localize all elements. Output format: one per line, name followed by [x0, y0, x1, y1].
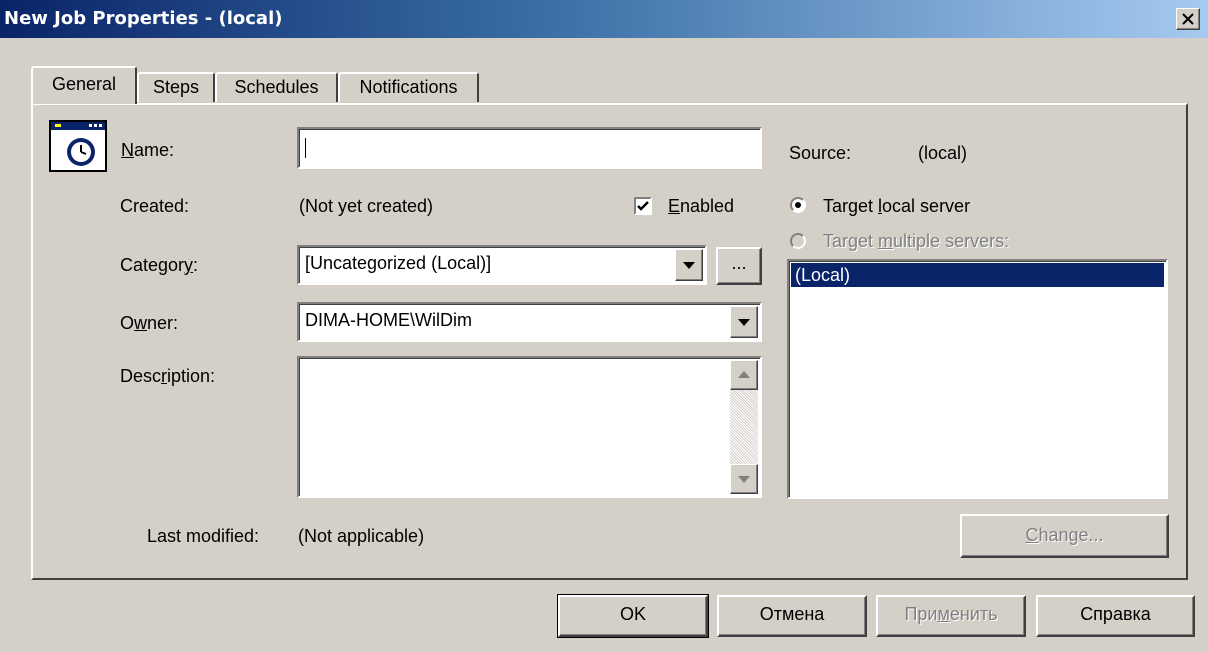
text-caret	[305, 138, 306, 158]
owner-label: Owner:	[120, 313, 179, 333]
tab-general[interactable]: General	[31, 66, 137, 104]
tab-label: Schedules	[234, 77, 319, 97]
tab-notifications[interactable]: Notifications	[338, 72, 479, 102]
ok-button[interactable]: OK	[557, 594, 709, 638]
scroll-up-button[interactable]	[730, 360, 758, 390]
tab-steps[interactable]: Steps	[137, 72, 215, 102]
chevron-down-icon	[738, 476, 750, 483]
close-button[interactable]	[1176, 8, 1200, 30]
list-item[interactable]: (Local)	[791, 263, 1164, 287]
category-dropdown-button[interactable]	[675, 249, 703, 281]
tab-label: Steps	[152, 77, 200, 97]
category-label: Category:	[120, 255, 199, 275]
change-button[interactable]: Change...	[960, 514, 1169, 558]
enabled-label: Enabled	[668, 196, 735, 216]
name-input[interactable]	[297, 127, 762, 169]
owner-select[interactable]: DIMA-HOME\WilDim	[297, 302, 762, 342]
help-button[interactable]: Справка	[1036, 595, 1195, 637]
last-modified-value: (Not applicable)	[298, 526, 425, 546]
job-clock-icon	[49, 120, 107, 172]
category-select[interactable]: [Uncategorized (Local)]	[297, 245, 707, 285]
target-multiple-label: Target multiple servers:	[823, 231, 1010, 251]
tab-label: General	[51, 74, 117, 94]
description-textarea[interactable]	[297, 356, 762, 498]
scroll-down-button[interactable]	[730, 464, 758, 494]
chevron-down-icon	[683, 262, 695, 269]
enabled-checkbox[interactable]	[634, 197, 652, 215]
radio-selected-dot	[795, 202, 801, 208]
tab-schedules[interactable]: Schedules	[215, 72, 338, 102]
category-browse-button[interactable]: ...	[716, 247, 762, 285]
name-label: Name:	[121, 140, 175, 160]
job-properties-window: New Job Properties - (local) General Ste…	[0, 0, 1208, 652]
description-label: Description:	[120, 366, 216, 386]
target-servers-list[interactable]: (Local)	[787, 259, 1168, 499]
chevron-down-icon	[738, 319, 750, 326]
window-title: New Job Properties - (local)	[4, 8, 283, 29]
cancel-button[interactable]: Отмена	[717, 595, 867, 637]
target-local-radio[interactable]	[790, 197, 806, 213]
owner-dropdown-button[interactable]	[730, 306, 758, 338]
apply-button[interactable]: Применить	[876, 595, 1026, 637]
close-icon	[1182, 13, 1194, 25]
target-local-label: Target local server	[823, 196, 971, 216]
source-label: Source:	[789, 143, 852, 163]
target-multiple-radio[interactable]	[790, 233, 806, 249]
last-modified-label: Last modified:	[147, 526, 260, 546]
checkmark-icon	[637, 201, 649, 211]
tab-label: Notifications	[359, 77, 458, 97]
chevron-up-icon	[738, 371, 750, 378]
created-label: Created:	[120, 196, 190, 216]
source-value: (local)	[918, 143, 968, 163]
created-value: (Not yet created)	[299, 196, 434, 216]
title-bar[interactable]: New Job Properties - (local)	[0, 0, 1208, 38]
